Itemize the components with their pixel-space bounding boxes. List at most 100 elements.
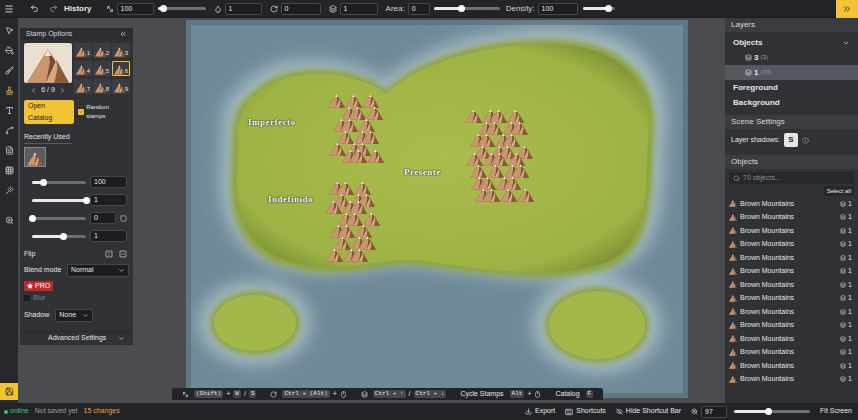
number-input[interactable]: 100 [117, 3, 154, 15]
object-row[interactable]: Brown Mountains1 [725, 292, 858, 306]
slider-knob[interactable] [765, 408, 772, 415]
export-button[interactable]: Export [525, 406, 555, 417]
slider-knob[interactable] [458, 5, 465, 12]
mountain-stamp[interactable] [325, 200, 342, 214]
mountain-stamp[interactable] [508, 152, 525, 166]
tool-button[interactable] [2, 124, 16, 136]
number-input[interactable]: 1 [90, 230, 127, 242]
mountain-stamp[interactable] [354, 181, 371, 195]
mountain-stamp[interactable] [337, 181, 354, 195]
number-input[interactable]: 100 [538, 3, 578, 15]
density-slider[interactable] [583, 7, 615, 10]
shadow-select[interactable]: None [55, 309, 93, 322]
mountain-stamp[interactable] [345, 94, 362, 108]
mountain-stamp[interactable] [465, 109, 482, 123]
mountain-stamp[interactable] [351, 248, 368, 262]
mountain-stamp[interactable] [478, 133, 495, 147]
menu-icon[interactable] [4, 4, 14, 14]
mountain-stamp[interactable] [503, 133, 520, 147]
tool-button[interactable] [2, 84, 16, 96]
layer-group[interactable]: Foreground [725, 80, 858, 95]
object-row[interactable]: Brown Mountains1 [725, 211, 858, 225]
shortcuts-button[interactable]: Shortcuts [565, 406, 606, 417]
stamp-cell[interactable]: 7 [74, 79, 92, 94]
object-row[interactable]: Brown Mountains1 [725, 238, 858, 252]
number-input[interactable]: 100 [90, 176, 127, 188]
tool-button[interactable] [2, 24, 16, 36]
mountain-stamp[interactable] [491, 152, 508, 166]
map-label[interactable]: Presente [404, 166, 441, 180]
panel-slider[interactable] [32, 199, 86, 202]
object-row[interactable]: Brown Mountains1 [725, 305, 858, 319]
stamp-cell[interactable]: 3 [112, 43, 130, 58]
tool-button[interactable] [2, 64, 16, 76]
collapse-icon[interactable] [119, 30, 127, 38]
fit-screen-button[interactable]: Fit Screen [820, 406, 854, 417]
number-input[interactable]: 97 [701, 406, 727, 418]
mountain-stamp[interactable] [326, 248, 343, 262]
mountain-stamp[interactable] [358, 118, 375, 132]
select-all-button[interactable]: Select all [824, 186, 854, 196]
object-row[interactable]: Brown Mountains1 [725, 278, 858, 292]
mountain-stamp[interactable] [490, 109, 507, 123]
mountain-stamp[interactable] [350, 149, 367, 163]
objects-search[interactable]: 70 objects... [729, 172, 854, 184]
history-button[interactable]: History [64, 3, 92, 15]
open-catalog-button[interactable]: Open Catalog [24, 100, 74, 124]
mountain-stamp[interactable] [359, 236, 376, 250]
mountain-stamp[interactable] [367, 149, 384, 163]
mountain-stamp[interactable] [350, 200, 367, 214]
mountain-stamp[interactable] [337, 130, 354, 144]
slider-knob[interactable] [60, 233, 67, 240]
slider-knob[interactable] [29, 215, 36, 222]
mountain-stamp[interactable] [338, 224, 355, 238]
mountain-stamp[interactable] [362, 94, 379, 108]
stamp-cell[interactable]: 1 [74, 43, 92, 58]
number-input[interactable]: 0 [90, 212, 116, 224]
panel-slider[interactable] [32, 217, 86, 220]
advanced-settings[interactable]: Advanced Settings [20, 331, 133, 345]
sublayer-row[interactable]: 3(3) [725, 50, 858, 65]
next-icon[interactable] [59, 87, 66, 94]
object-row[interactable]: Brown Mountains1 [725, 346, 858, 360]
panel-slider[interactable] [32, 235, 86, 238]
mountain-stamp[interactable] [334, 236, 351, 250]
stamp-cell[interactable]: 2 [93, 43, 111, 58]
object-row[interactable]: Brown Mountains1 [725, 224, 858, 238]
undo-icon[interactable] [30, 4, 39, 13]
number-input[interactable]: 0 [408, 3, 430, 15]
mountain-stamp[interactable] [341, 118, 358, 132]
pro-badge[interactable]: PRO [24, 281, 53, 291]
tool-button[interactable] [2, 144, 16, 156]
stamp-cell[interactable]: 8 [93, 79, 111, 94]
mountain-stamp[interactable] [500, 188, 517, 202]
object-row[interactable]: Brown Mountains1 [725, 373, 858, 387]
recent-stamp[interactable] [24, 147, 46, 167]
layer-group[interactable]: Background [725, 95, 858, 110]
object-row[interactable]: Brown Mountains1 [725, 197, 858, 211]
map[interactable]: ImperfectoPresenteIndefinido [186, 20, 688, 398]
tool-button[interactable] [2, 44, 16, 56]
slider-knob[interactable] [83, 197, 90, 204]
area-slider[interactable] [434, 7, 500, 10]
number-input[interactable]: 1 [340, 3, 378, 15]
size-slider[interactable] [158, 7, 206, 10]
slider-knob[interactable] [40, 179, 47, 186]
number-input[interactable]: 0 [281, 3, 321, 15]
object-row[interactable]: Brown Mountains1 [725, 319, 858, 333]
stamp-cell[interactable]: 9 [112, 79, 130, 94]
mountain-stamp[interactable] [349, 106, 366, 120]
tool-button[interactable] [2, 214, 16, 226]
sublayer-row[interactable]: 1(70) [725, 65, 858, 80]
layer-shadows-toggle[interactable]: S [784, 133, 798, 147]
mountain-stamp[interactable] [511, 121, 528, 135]
stamp-cell[interactable]: 6 [112, 61, 130, 76]
mountain-stamp[interactable] [362, 130, 379, 144]
mountain-stamp[interactable] [483, 188, 500, 202]
zoom-slider[interactable] [734, 410, 810, 413]
mountain-stamp[interactable] [346, 212, 363, 226]
tool-button[interactable] [2, 164, 16, 176]
mountain-stamp[interactable] [517, 188, 534, 202]
mountain-stamp[interactable] [507, 109, 524, 123]
map-label[interactable]: Indefinido [268, 193, 313, 207]
